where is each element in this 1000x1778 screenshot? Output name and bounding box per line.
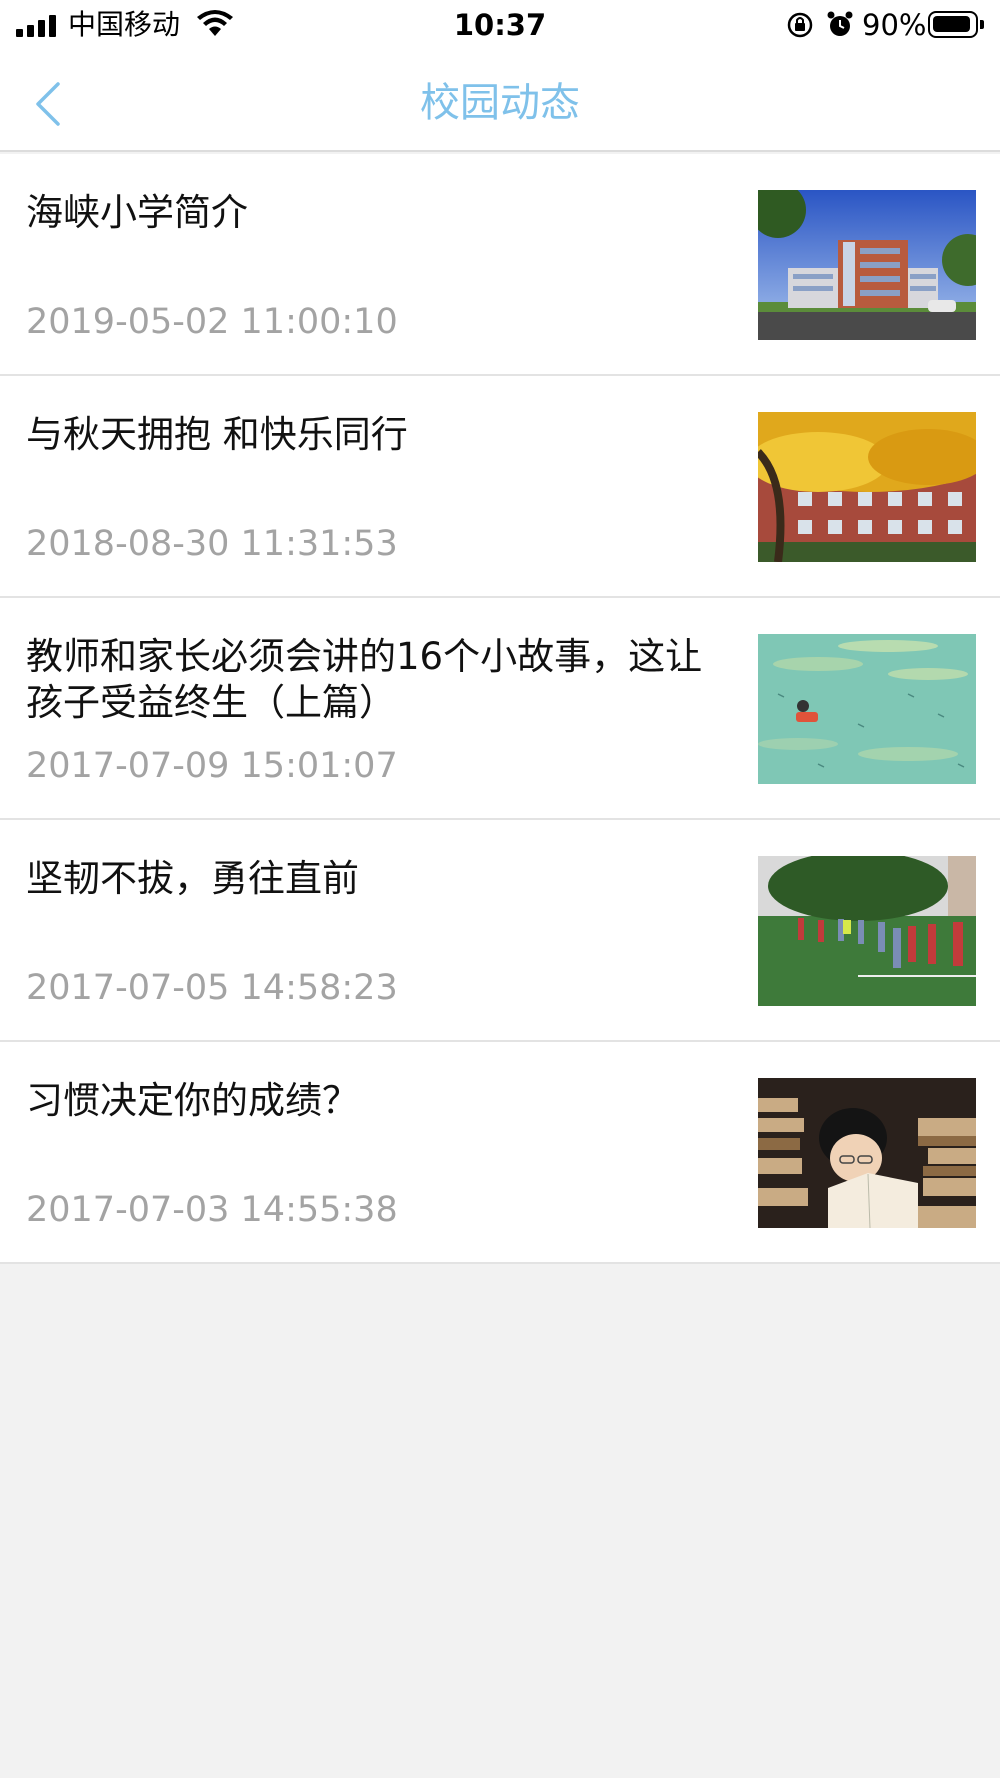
news-title: 教师和家长必须会讲的16个小故事，这让孩子受益终生（上篇）: [26, 635, 703, 724]
autumn-tree-thumbnail: [758, 412, 976, 562]
news-item[interactable]: 习惯决定你的成绩？ 2017-07-03 14:55:38: [0, 1042, 1000, 1264]
news-title: 与秋天拥抱 和快乐同行: [26, 413, 408, 456]
news-time: 2018-08-30 11:31:53: [26, 524, 398, 564]
news-item[interactable]: 教师和家长必须会讲的16个小故事，这让孩子受益终生（上篇） 2017-07-09…: [0, 598, 1000, 820]
news-time: 2017-07-09 15:01:07: [26, 746, 398, 786]
news-time: 2017-07-03 14:55:38: [26, 1190, 398, 1230]
news-time: 2019-05-02 11:00:10: [26, 302, 398, 342]
students-sports-field-thumbnail: [758, 856, 976, 1006]
nav-bar: 校园动态: [0, 52, 1000, 152]
news-item[interactable]: 与秋天拥抱 和快乐同行 2018-08-30 11:31:53: [0, 376, 1000, 598]
news-title: 坚韧不拔，勇往直前: [26, 857, 359, 900]
status-bar: 中国移动 10:37 90%: [0, 0, 1000, 52]
alarm-icon: [826, 10, 854, 44]
news-list: 海峡小学简介 2019-05-02 11:00:10 与秋天拥抱 和快乐同行 2…: [0, 154, 1000, 1264]
news-item[interactable]: 海峡小学简介 2019-05-02 11:00:10: [0, 154, 1000, 376]
news-time: 2017-07-05 14:58:23: [26, 968, 398, 1008]
rotation-lock-icon: [786, 11, 814, 43]
news-title: 海峡小学简介: [26, 191, 248, 234]
battery-icon: [928, 11, 984, 38]
page-title: 校园动态: [420, 80, 580, 126]
news-item[interactable]: 坚韧不拔，勇往直前 2017-07-05 14:58:23: [0, 820, 1000, 1042]
school-building-thumbnail: [758, 190, 976, 340]
child-reading-books-thumbnail: [758, 1078, 976, 1228]
battery-percent: 90%: [862, 8, 927, 42]
swimming-child-thumbnail: [758, 634, 976, 784]
news-title: 习惯决定你的成绩？: [26, 1079, 359, 1122]
